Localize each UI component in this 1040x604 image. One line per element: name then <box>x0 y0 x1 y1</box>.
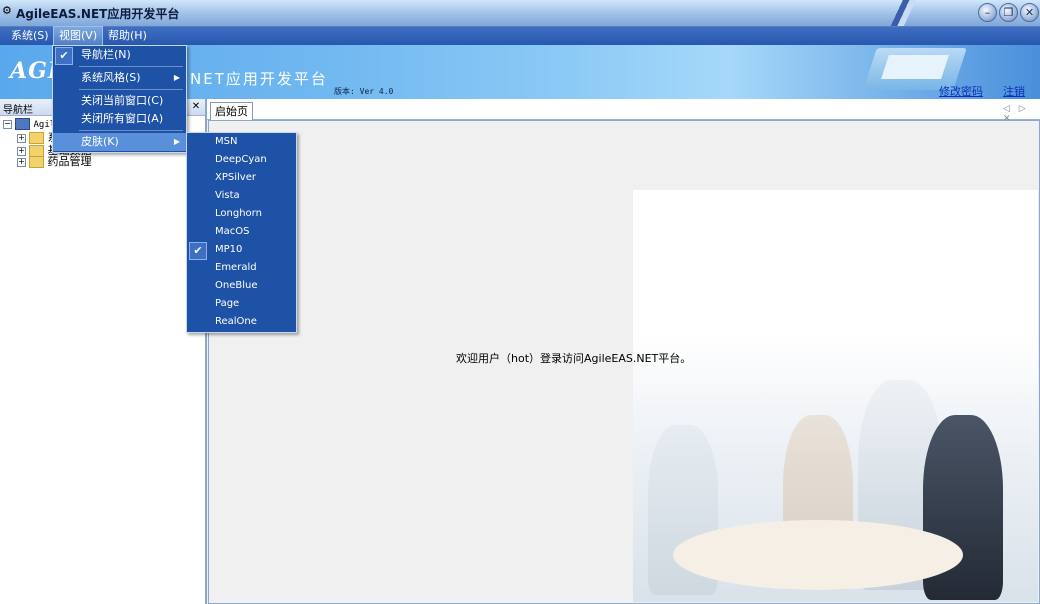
welcome-photo <box>633 190 1038 602</box>
gear-icon: ⚙ <box>2 4 12 17</box>
skin-item[interactable]: Vista <box>187 187 296 205</box>
menu-item-navbar[interactable]: ✔ 导航栏(N) <box>53 46 186 65</box>
skin-item[interactable]: MacOS <box>187 223 296 241</box>
minimize-button[interactable]: – <box>978 3 997 22</box>
submenu-arrow-icon: ▶ <box>173 137 180 146</box>
tab-strip <box>207 99 1040 120</box>
checkmark-icon: ✔ <box>189 242 207 260</box>
tree-node[interactable]: + 药品管理 <box>17 155 92 169</box>
navigation-panel <box>0 99 207 604</box>
tree-root[interactable]: − Agil <box>3 117 55 131</box>
window-title: AgileEAS.NET应用开发平台 <box>16 7 180 21</box>
menu-item-skin[interactable]: 皮肤(K) ▶ <box>53 133 186 151</box>
expand-icon[interactable]: + <box>17 157 26 167</box>
menu-item-system-style[interactable]: 系统风格(S) ▶ <box>53 69 186 87</box>
laptop-screen-graphic <box>881 55 949 79</box>
menu-bar: 系统(S) 视图(V) 帮助(H) <box>0 26 1040 46</box>
banner-title: NET应用开发平台 <box>190 70 328 88</box>
menu-help[interactable]: 帮助(H) <box>103 27 152 45</box>
skin-item[interactable]: Emerald <box>187 259 296 277</box>
view-menu-dropdown: ✔ 导航栏(N) 系统风格(S) ▶ 关闭当前窗口(C) 关闭所有窗口(A) 皮… <box>52 45 187 153</box>
folder-icon <box>29 156 44 168</box>
skin-item[interactable]: RealOne <box>187 313 296 331</box>
system-icon <box>15 118 30 130</box>
close-button[interactable]: ✕ <box>1020 3 1039 22</box>
checkmark-icon: ✔ <box>55 47 73 65</box>
skin-item[interactable]: Page <box>187 295 296 313</box>
menu-item-close-current[interactable]: 关闭当前窗口(C) <box>53 92 186 110</box>
skin-item-selected[interactable]: ✔ MP10 <box>187 241 296 260</box>
logout-link[interactable]: 注销 <box>1003 83 1025 99</box>
minimize-icon: – <box>984 6 991 19</box>
submenu-arrow-icon: ▶ <box>173 73 180 82</box>
close-icon: ✕ <box>1024 6 1035 19</box>
skin-item[interactable]: MSN <box>187 133 296 151</box>
menu-item-close-all[interactable]: 关闭所有窗口(A) <box>53 110 186 128</box>
restore-icon: ❐ <box>1003 6 1014 19</box>
expand-icon[interactable]: + <box>17 133 26 143</box>
change-password-link[interactable]: 修改密码 <box>939 83 983 99</box>
skin-item[interactable]: Longhorn <box>187 205 296 223</box>
welcome-message: 欢迎用户（hot）登录访问AgileEAS.NET平台。 <box>456 352 692 365</box>
menu-system[interactable]: 系统(S) <box>6 27 54 45</box>
skin-item[interactable]: DeepCyan <box>187 151 296 169</box>
restore-button[interactable]: ❐ <box>999 3 1018 22</box>
tree-node-label: 药品管理 <box>47 155 92 168</box>
skin-item[interactable]: XPSilver <box>187 169 296 187</box>
skin-item[interactable]: OneBlue <box>187 277 296 295</box>
nav-close-button[interactable]: ✕ <box>190 100 202 113</box>
nav-title: 导航栏 <box>3 105 33 116</box>
collapse-icon[interactable]: − <box>3 119 12 129</box>
menu-view[interactable]: 视图(V) <box>53 26 104 46</box>
skin-submenu: MSN DeepCyan XPSilver Vista Longhorn Mac… <box>186 132 297 333</box>
tab-start-page[interactable]: 启始页 <box>210 102 253 120</box>
folder-icon <box>29 132 44 144</box>
version-label: 版本: Ver 4.0 <box>334 87 394 96</box>
